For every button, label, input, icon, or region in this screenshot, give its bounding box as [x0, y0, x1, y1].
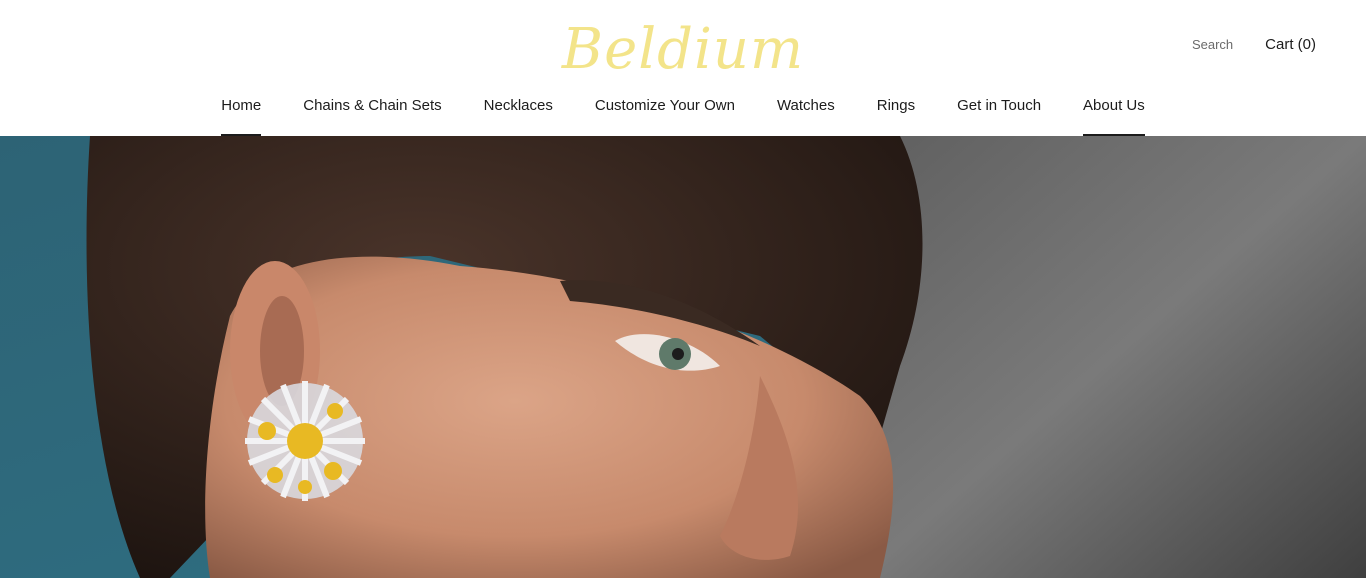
hero-earring	[245, 381, 365, 501]
hero-pupil	[672, 348, 684, 360]
nav-item-watches[interactable]: Watches	[777, 95, 835, 136]
nav-item-rings[interactable]: Rings	[877, 95, 915, 136]
cart-link[interactable]: Cart (0)	[1265, 36, 1316, 53]
brand-logo[interactable]: Beldium	[0, 14, 1366, 86]
hero-banner	[0, 136, 1366, 578]
nav-item-about-us[interactable]: About Us	[1083, 95, 1145, 136]
search-link[interactable]: Search	[1192, 37, 1233, 52]
main-nav: Home Chains & Chain Sets Necklaces Custo…	[0, 95, 1366, 136]
nav-item-home[interactable]: Home	[221, 95, 262, 136]
site-header: Beldium Search Cart (0) Home Chains & Ch…	[0, 0, 1366, 136]
nav-item-get-in-touch[interactable]: Get in Touch	[957, 95, 1041, 136]
nav-item-necklaces[interactable]: Necklaces	[484, 95, 553, 136]
hero-bg-gray	[860, 136, 1366, 578]
nav-item-customize[interactable]: Customize Your Own	[595, 95, 735, 136]
hero-image	[0, 136, 1366, 578]
nav-item-chains[interactable]: Chains & Chain Sets	[303, 95, 441, 136]
header-actions: Search Cart (0)	[1192, 36, 1316, 53]
